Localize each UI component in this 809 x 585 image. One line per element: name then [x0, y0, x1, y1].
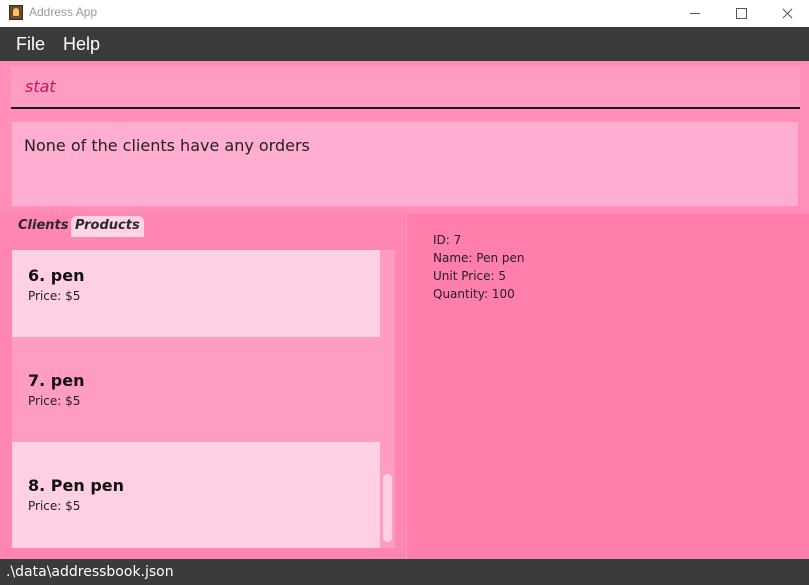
product-price: Price: $5 [28, 499, 81, 513]
menu-help[interactable]: Help [63, 34, 100, 55]
product-name: 7. pen [28, 371, 85, 390]
scrollbar-thumb[interactable] [383, 474, 392, 542]
detail-name: Name: Pen pen [433, 251, 525, 265]
tab-bar: Clients Products [0, 213, 407, 240]
result-display: None of the clients have any orders [12, 122, 798, 206]
menu-bar: File Help [0, 27, 809, 61]
detail-unit-price: Unit Price: 5 [433, 269, 507, 283]
command-box [11, 66, 800, 109]
status-bar: .\data\addressbook.json [0, 559, 809, 585]
maximize-icon[interactable] [718, 0, 764, 27]
list-item[interactable]: 8. Pen pen Price: $5 [12, 442, 380, 548]
detail-id: ID: 7 [433, 233, 462, 247]
product-name: 6. pen [28, 266, 85, 285]
product-list: 6. pen Price: $5 7. pen Price: $5 8. Pen… [12, 250, 380, 548]
close-icon[interactable] [764, 0, 809, 27]
list-panel: Clients Products 6. pen Price: $5 7. pen… [0, 213, 407, 559]
result-panel: None of the clients have any orders [0, 114, 809, 213]
address-book-icon [9, 5, 23, 20]
product-price: Price: $5 [28, 394, 81, 408]
status-path: .\data\addressbook.json [6, 564, 174, 580]
tab-products[interactable]: Products [71, 216, 144, 237]
detail-quantity: Quantity: 100 [433, 287, 515, 301]
title-bar: Address App [0, 0, 809, 27]
product-name: 8. Pen pen [28, 476, 125, 495]
tab-clients[interactable]: Clients [14, 216, 72, 237]
list-item[interactable]: 6. pen Price: $5 [12, 250, 380, 337]
command-input[interactable] [11, 66, 800, 107]
scrollbar[interactable] [380, 250, 395, 548]
command-panel [0, 61, 809, 114]
product-price: Price: $5 [28, 289, 81, 303]
minimize-icon[interactable] [672, 0, 718, 27]
menu-file[interactable]: File [16, 34, 45, 55]
window-title: Address App [29, 5, 98, 19]
product-detail-panel: ID: 7 Name: Pen pen Unit Price: 5 Quanti… [408, 213, 809, 559]
list-item-selected[interactable]: 7. pen Price: $5 [12, 337, 380, 442]
